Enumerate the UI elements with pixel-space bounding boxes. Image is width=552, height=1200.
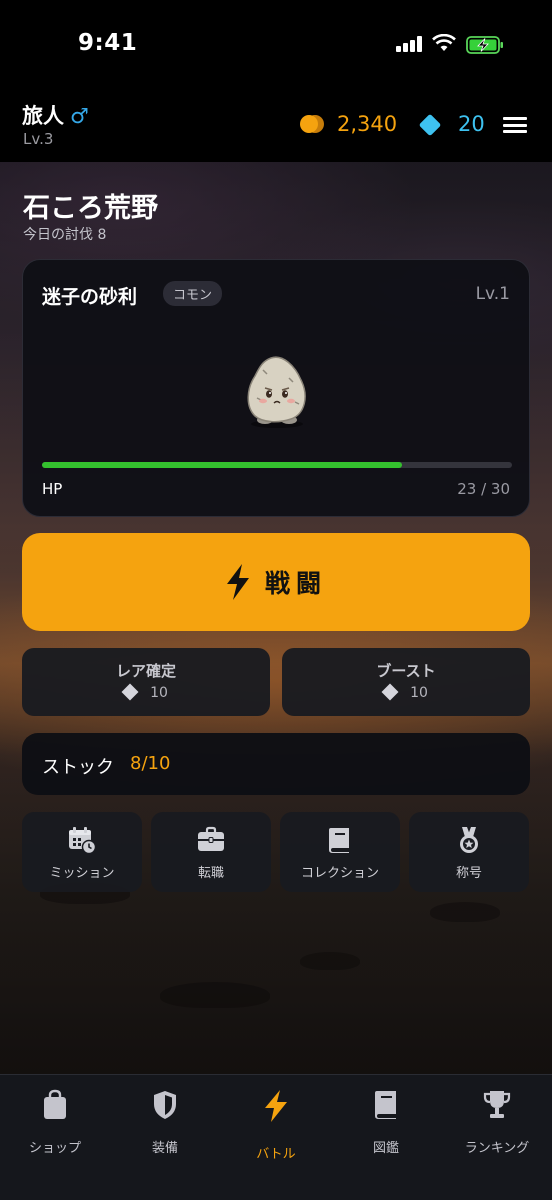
battle-button-label: 戦闘	[264, 569, 327, 598]
stock-panel[interactable]: ストック 8/10	[22, 733, 530, 795]
coin-icon	[300, 115, 324, 133]
bottom-tab-bar: ショップ 装備 バトル 図鑑 ランキング	[0, 1074, 552, 1200]
tab-battle[interactable]: バトル	[221, 1089, 331, 1162]
book-icon	[375, 1091, 396, 1119]
job-change-button[interactable]: 転職	[151, 812, 271, 892]
gender-icon: ♂	[70, 104, 89, 128]
rare-guarantee-label: レア確定	[115, 662, 176, 680]
tab-equipment-label: 装備	[151, 1141, 178, 1156]
hp-value: 23 / 30	[457, 480, 510, 498]
wifi-icon	[432, 34, 456, 51]
cellular-signal-icon	[396, 36, 422, 52]
trophy-icon	[483, 1091, 511, 1118]
coin-balance: 2,340	[337, 112, 398, 136]
bag-icon	[44, 1089, 66, 1119]
collection-label: コレクション	[300, 866, 379, 881]
tab-ranking[interactable]: ランキング	[442, 1089, 552, 1159]
boost-button[interactable]: ブースト 10	[282, 648, 530, 716]
battle-button[interactable]: 戦闘	[22, 533, 530, 631]
lightning-icon	[265, 1090, 287, 1122]
tab-encyclopedia[interactable]: 図鑑	[331, 1089, 441, 1159]
hp-label: HP	[42, 480, 63, 498]
job-change-label: 転職	[197, 866, 224, 881]
diamond-icon	[121, 683, 139, 701]
pebble-monster-sprite[interactable]	[241, 352, 313, 430]
player-level: Lv.3	[23, 130, 54, 148]
calendar-clock-icon	[69, 827, 96, 854]
tab-ranking-label: ランキング	[464, 1141, 530, 1156]
gem-balance: 20	[458, 112, 485, 136]
hp-bar-fill	[42, 462, 403, 468]
title-label: 称号	[455, 866, 482, 881]
tab-shop[interactable]: ショップ	[0, 1089, 110, 1159]
tab-equipment[interactable]: 装備	[110, 1089, 220, 1159]
lightning-icon	[226, 564, 249, 600]
stock-label: ストック	[42, 757, 114, 778]
clock: 9:41	[78, 30, 138, 56]
mission-button[interactable]: ミッション	[22, 812, 142, 892]
mission-label: ミッション	[49, 866, 115, 881]
boost-label: ブースト	[376, 662, 436, 680]
battery-charging-icon	[466, 36, 503, 54]
status-bar: 9:41	[0, 0, 552, 90]
medal-icon	[460, 827, 478, 853]
monster-level: Lv.1	[475, 284, 510, 304]
player-name[interactable]: 旅人 ♂	[22, 100, 89, 130]
collection-button[interactable]: コレクション	[280, 812, 400, 892]
area-title: 石ころ荒野	[23, 193, 158, 224]
title-button[interactable]: 称号	[409, 812, 529, 892]
shield-icon	[154, 1091, 176, 1119]
stock-value: 8/10	[130, 753, 171, 774]
boost-cost: 10	[282, 683, 530, 701]
diamond-icon	[381, 683, 399, 701]
monster-name: 迷子の砂利	[42, 286, 138, 308]
rare-guarantee-cost: 10	[22, 683, 270, 701]
tab-battle-label: バトル	[256, 1147, 296, 1162]
hp-bar	[42, 462, 512, 468]
rare-guarantee-button[interactable]: レア確定 10	[22, 648, 270, 716]
player-header: 旅人 ♂ Lv.3 2,340 20	[0, 90, 552, 162]
monster-card: 迷子の砂利 コモン Lv.1 HP 23 / 30	[22, 259, 530, 517]
gem-icon	[419, 114, 441, 136]
hamburger-menu-icon[interactable]	[503, 117, 527, 133]
daily-kills: 今日の討伐 8	[23, 227, 107, 243]
tab-encyclopedia-label: 図鑑	[372, 1141, 399, 1156]
rarity-badge: コモン	[163, 281, 223, 306]
book-icon	[329, 828, 349, 853]
tab-shop-label: ショップ	[28, 1141, 81, 1156]
briefcase-icon	[198, 826, 224, 851]
